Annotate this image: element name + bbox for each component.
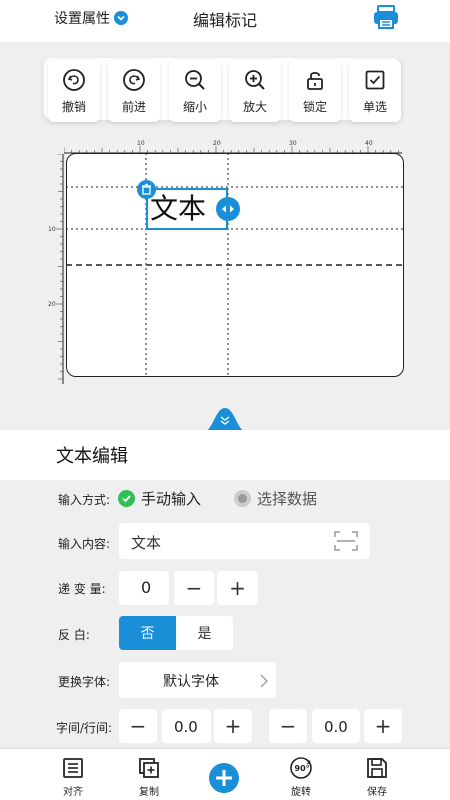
panel-header: 文本编辑	[0, 430, 450, 480]
align-label: 对齐	[63, 787, 83, 798]
undo-icon	[63, 68, 85, 91]
increment-plus-button[interactable]: +	[217, 571, 258, 605]
radio-select-data-label: 选择数据	[257, 490, 318, 508]
redo-button[interactable]: 前进	[108, 60, 160, 122]
rotate-button[interactable]: 90° 旋转	[278, 756, 324, 798]
radio-manual-input[interactable]: 手动输入	[118, 488, 201, 509]
copy-label: 复制	[139, 787, 159, 798]
zoom-in-icon	[245, 69, 265, 90]
redo-label: 前进	[121, 99, 146, 114]
content-input[interactable]: 文本	[119, 523, 370, 559]
add-element-button[interactable]	[209, 763, 239, 793]
scan-icon[interactable]	[333, 529, 359, 553]
save-label: 保存	[367, 787, 387, 798]
invert-no-option[interactable]: 否	[119, 616, 176, 650]
horizontal-arrows-icon	[222, 205, 234, 213]
ruler-left-ticks	[56, 154, 63, 380]
zoom-out-label: 缩小	[182, 99, 207, 114]
lock-icon	[307, 71, 323, 90]
add-icon	[216, 770, 232, 786]
collapse-panel-tab[interactable]	[203, 406, 247, 432]
invert-label: 反 白:	[58, 628, 90, 642]
copy-icon	[139, 758, 159, 778]
redo-icon	[123, 68, 145, 91]
font-select-value: 默认字体	[163, 674, 219, 690]
font-select[interactable]: 默认字体	[119, 662, 276, 698]
check-circle-icon	[118, 490, 135, 507]
undo-button[interactable]: 撤销	[48, 60, 100, 122]
ruler-left-label-10: 10	[48, 226, 56, 233]
checkbox-icon	[365, 70, 385, 89]
line-spacing-minus-button[interactable]: −	[269, 709, 307, 743]
copy-button[interactable]: 复制	[126, 756, 172, 798]
resize-handle[interactable]	[216, 197, 240, 221]
font-label: 更换字体:	[58, 675, 111, 689]
input-mode-label: 输入方式:	[58, 493, 111, 507]
lock-label: 锁定	[302, 99, 327, 114]
ruler-top-label-30: 30	[289, 140, 297, 147]
single-select-label: 单选	[362, 99, 387, 114]
rotate-90-icon: 90°	[290, 757, 312, 779]
ruler-top-label-40: 40	[365, 140, 373, 147]
ruler-left: 10 20	[48, 154, 64, 384]
char-spacing-value[interactable]: 0.0	[162, 709, 211, 743]
delete-handle[interactable]	[137, 180, 156, 199]
save-icon	[367, 758, 387, 778]
save-button[interactable]: 保存	[354, 756, 400, 798]
increment-label: 递 变 量:	[58, 582, 106, 596]
zoom-out-icon	[185, 69, 205, 90]
undo-label: 撤销	[61, 99, 86, 114]
radio-unselected-icon	[234, 490, 251, 507]
align-button[interactable]: 对齐	[50, 756, 96, 798]
line-spacing-value[interactable]: 0.0	[312, 709, 360, 743]
increment-minus-button[interactable]: −	[174, 571, 214, 605]
input-content-label: 输入内容:	[58, 537, 111, 551]
invert-yes-option[interactable]: 是	[176, 616, 233, 650]
text-object-content: 文本	[150, 192, 207, 225]
chevron-double-down-icon	[203, 408, 247, 432]
lock-button[interactable]: 锁定	[289, 60, 341, 122]
svg-text:90°: 90°	[295, 764, 310, 773]
zoom-in-button[interactable]: 放大	[229, 60, 281, 122]
single-select-button[interactable]: 单选	[349, 60, 401, 122]
radio-select-data[interactable]: 选择数据	[234, 488, 317, 509]
zoom-in-label: 放大	[242, 99, 267, 114]
trash-icon	[142, 183, 151, 195]
spacing-label: 字间/行间:	[56, 721, 113, 735]
app-header: 设置属性 编辑标记	[0, 0, 450, 42]
zoom-out-button[interactable]: 缩小	[169, 60, 221, 122]
radio-manual-input-label: 手动输入	[141, 490, 202, 508]
rotate-label: 旋转	[291, 787, 311, 798]
printer-icon	[374, 5, 398, 29]
ruler-top-label-20: 20	[213, 140, 221, 147]
line-spacing-plus-button[interactable]: +	[364, 709, 402, 743]
content-input-value: 文本	[131, 534, 162, 552]
char-spacing-plus-button[interactable]: +	[214, 709, 252, 743]
label-canvas[interactable]	[65, 152, 404, 377]
canvas-guides	[65, 152, 404, 377]
char-spacing-minus-button[interactable]: −	[119, 709, 157, 743]
ruler-left-label-20: 20	[48, 301, 56, 308]
ruler-top-label-10: 10	[137, 140, 145, 147]
increment-value[interactable]: 0	[119, 571, 169, 605]
chevron-right-icon	[260, 674, 268, 688]
align-icon	[63, 758, 83, 778]
print-button[interactable]	[372, 4, 400, 30]
panel-title: 文本编辑	[56, 446, 128, 467]
